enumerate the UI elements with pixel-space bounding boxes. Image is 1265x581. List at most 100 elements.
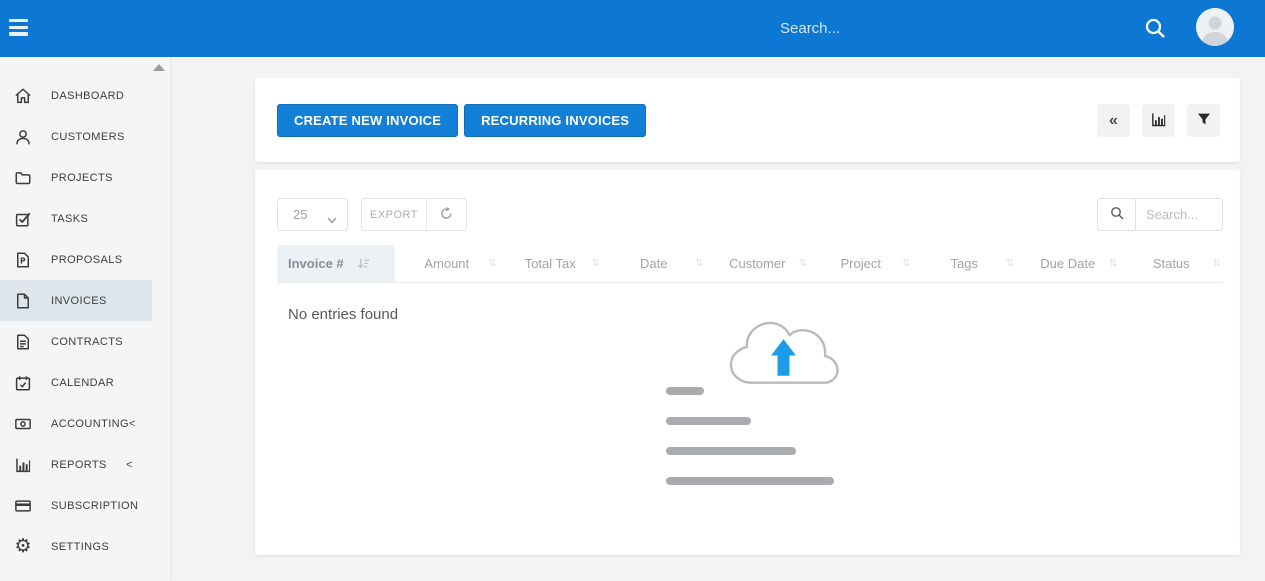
sidebar: DASHBOARD CUSTOMERS PROJECTS TASKS P PRO…: [0, 57, 170, 581]
sidebar-item-label: REPORTS: [51, 459, 107, 471]
sidebar-item-label: DASHBOARD: [51, 90, 124, 102]
column-header-amount[interactable]: Amount ⇅: [395, 245, 499, 282]
calendar-icon: [14, 374, 32, 392]
credit-card-icon: [14, 497, 32, 515]
create-new-invoice-button[interactable]: CREATE NEW INVOICE: [277, 104, 458, 137]
sidebar-item-tasks[interactable]: TASKS: [0, 198, 152, 239]
column-header-status[interactable]: Status ⇅: [1120, 245, 1224, 282]
search-icon: [1143, 28, 1167, 43]
filter-button[interactable]: [1187, 104, 1220, 137]
sort-icon: ⇅: [1109, 258, 1117, 269]
sidebar-item-label: SUBSCRIPTION: [51, 500, 138, 512]
global-search-input[interactable]: [780, 14, 1110, 42]
user-avatar[interactable]: [1196, 8, 1234, 46]
task-check-icon: [14, 210, 32, 228]
export-button[interactable]: EXPORT: [362, 199, 426, 230]
invoices-page: DASHBOARD CUSTOMERS PROJECTS TASKS P PRO…: [0, 0, 1265, 581]
invoices-report-button[interactable]: [1142, 104, 1175, 137]
column-label: Invoice #: [288, 256, 344, 271]
skeleton-line: [666, 387, 704, 395]
column-header-total-tax[interactable]: Total Tax ⇅: [499, 245, 603, 282]
column-header-date[interactable]: Date ⇅: [602, 245, 706, 282]
column-label: Status: [1153, 256, 1190, 271]
home-icon: [14, 87, 32, 105]
bar-chart-icon: [1150, 111, 1167, 131]
cloud-upload-icon: [722, 313, 846, 394]
skeleton-line: [666, 477, 834, 485]
sort-icon: ⇅: [592, 258, 600, 269]
sidebar-item-contracts[interactable]: CONTRACTS: [0, 321, 152, 362]
invoices-table-card: 25 EXPORT: [255, 170, 1240, 555]
sort-icon: ⇅: [799, 258, 807, 269]
sidebar-item-label: CALENDAR: [51, 377, 114, 389]
chevron-down-icon: [327, 212, 337, 227]
page-size-select[interactable]: 25: [277, 198, 348, 231]
table-header-row: Invoice # Amount ⇅ Total Tax ⇅ Date ⇅ Custo…: [277, 245, 1223, 283]
sidebar-item-label: CONTRACTS: [51, 336, 123, 348]
sidebar-item-label: SETTINGS: [51, 541, 109, 553]
skeleton-line: [666, 447, 796, 455]
submenu-chevron-icon: <: [129, 418, 135, 430]
column-header-tags[interactable]: Tags ⇅: [913, 245, 1017, 282]
sidebar-item-calendar[interactable]: CALENDAR: [0, 362, 152, 403]
proposal-file-icon: P: [14, 251, 32, 269]
column-label: Amount: [424, 256, 469, 271]
sidebar-item-customers[interactable]: CUSTOMERS: [0, 116, 152, 157]
search-icon: [1109, 205, 1125, 224]
bar-chart-icon: [14, 456, 32, 474]
user-icon: [14, 128, 32, 146]
column-label: Tags: [951, 256, 978, 271]
column-header-invoice[interactable]: Invoice #: [277, 245, 395, 282]
table-search-group: [1097, 198, 1223, 231]
sidebar-item-proposals[interactable]: P PROPOSALS: [0, 239, 152, 280]
column-header-due-date[interactable]: Due Date ⇅: [1016, 245, 1120, 282]
sidebar-item-projects[interactable]: PROJECTS: [0, 157, 152, 198]
table-search-button[interactable]: [1097, 198, 1135, 231]
page-size-value: 25: [293, 207, 307, 222]
top-navbar: [0, 0, 1265, 57]
sort-amount-icon: [357, 257, 370, 270]
column-label: Customer: [729, 256, 785, 271]
sidebar-item-label: TASKS: [51, 213, 88, 225]
column-label: Total Tax: [525, 256, 576, 271]
sidebar-item-accounting[interactable]: ACCOUNTING<: [0, 403, 152, 444]
sidebar-item-label: PROPOSALS: [51, 254, 122, 266]
sidebar-scroll-up-arrow[interactable]: [153, 64, 165, 71]
sort-icon: ⇅: [1006, 258, 1014, 269]
global-search-button[interactable]: [1140, 14, 1170, 44]
invoice-file-icon: [14, 292, 32, 310]
column-label: Date: [640, 256, 667, 271]
sidebar-item-label: ACCOUNTING: [51, 418, 129, 430]
gear-icon: ⚙: [14, 538, 32, 556]
empty-table-message: No entries found: [288, 306, 398, 323]
sort-icon: ⇅: [1213, 258, 1221, 269]
sidebar-item-reports[interactable]: REPORTS <: [0, 444, 152, 485]
banknote-icon: [14, 415, 32, 433]
svg-text:P: P: [20, 256, 26, 265]
table-search-input[interactable]: [1135, 198, 1223, 231]
recurring-invoices-button[interactable]: RECURRING INVOICES: [464, 104, 646, 137]
person-silhouette-icon: [1196, 33, 1234, 46]
submenu-chevron-icon: <: [126, 459, 132, 471]
collapse-panel-button[interactable]: «: [1097, 104, 1130, 137]
folder-icon: [14, 169, 32, 187]
sort-icon: ⇅: [488, 258, 496, 269]
sidebar-item-subscription[interactable]: SUBSCRIPTION: [0, 485, 152, 526]
refresh-icon: [439, 206, 454, 224]
sort-icon: ⇅: [695, 258, 703, 269]
contract-file-icon: [14, 333, 32, 351]
column-label: Due Date: [1040, 256, 1095, 271]
skeleton-line: [666, 417, 751, 425]
column-header-customer[interactable]: Customer ⇅: [706, 245, 810, 282]
menu-toggle-icon[interactable]: [9, 19, 28, 38]
column-header-project[interactable]: Project⇅: [809, 245, 913, 282]
sidebar-item-invoices[interactable]: INVOICES: [0, 280, 152, 321]
sidebar-item-label: INVOICES: [51, 295, 107, 307]
sidebar-item-dashboard[interactable]: DASHBOARD: [0, 75, 152, 116]
sidebar-item-label: PROJECTS: [51, 172, 113, 184]
sidebar-item-settings[interactable]: ⚙ SETTINGS: [0, 526, 152, 567]
refresh-button[interactable]: [426, 199, 466, 230]
invoice-actions-card: CREATE NEW INVOICE RECURRING INVOICES «: [255, 78, 1240, 162]
sort-icon: ⇅: [902, 258, 910, 269]
double-chevron-left-icon: «: [1109, 113, 1118, 129]
